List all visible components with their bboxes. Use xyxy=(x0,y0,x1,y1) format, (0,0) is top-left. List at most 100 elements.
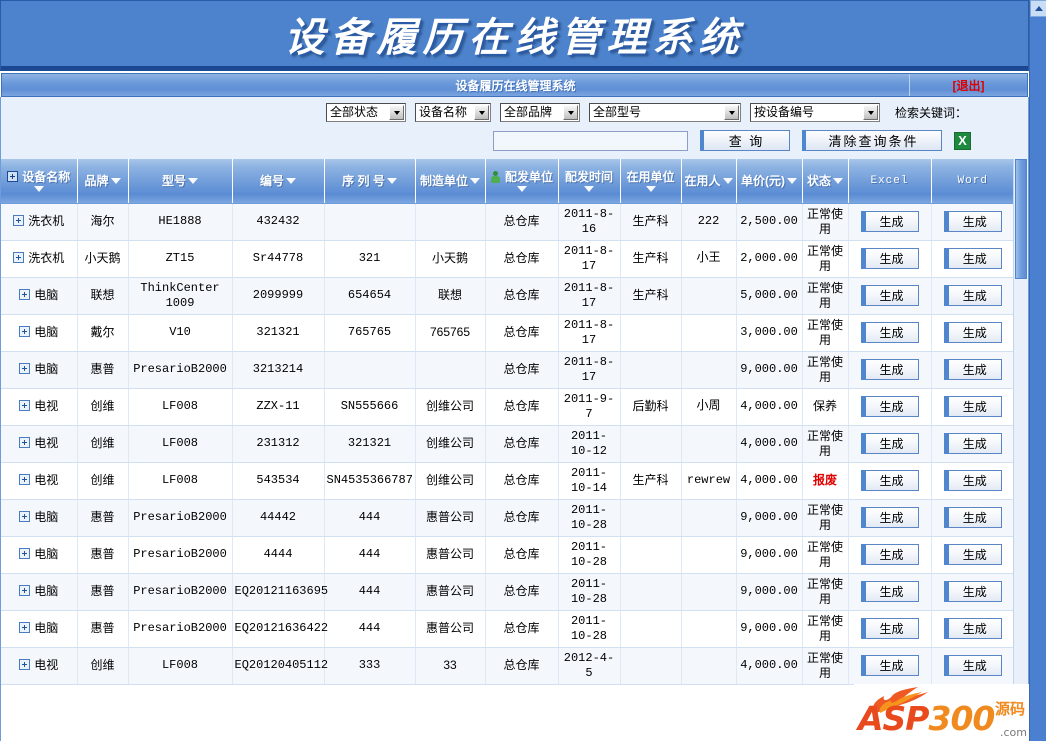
generate-excel-button[interactable]: 生成 xyxy=(860,248,919,269)
generate-excel-button[interactable]: 生成 xyxy=(860,285,919,306)
table-row[interactable]: 电视 创维 LF008 543534 SN4535366787 创维公司 总仓库 2011-1… xyxy=(1,462,1014,500)
table-row[interactable]: 电脑 戴尔 V10 321321 765765 765765 总仓库 2011-8-17 3,0… xyxy=(1,314,1014,352)
expand-row-icon[interactable] xyxy=(19,363,31,374)
cell-word-action: 生成 xyxy=(931,499,1014,537)
generate-excel-button[interactable]: 生成 xyxy=(860,359,919,380)
col-header-model[interactable]: 型号 xyxy=(128,159,233,204)
expand-row-icon[interactable] xyxy=(19,511,31,522)
generate-word-button[interactable]: 生成 xyxy=(943,211,1002,232)
table-row[interactable]: 电脑 惠普 PresarioB2000 EQ20121163695 444 惠普公司 总仓库… xyxy=(1,573,1014,611)
sort-caret-icon[interactable] xyxy=(516,185,527,192)
sort-caret-icon[interactable] xyxy=(584,185,594,192)
generate-excel-button[interactable]: 生成 xyxy=(860,433,919,454)
sort-caret-icon[interactable] xyxy=(33,185,44,192)
generate-word-button[interactable]: 生成 xyxy=(943,581,1002,602)
search-by-select[interactable]: 按设备编号 xyxy=(750,103,880,122)
chevron-down-icon[interactable] xyxy=(724,105,739,120)
equipment-name-select[interactable]: 设备名称 xyxy=(415,103,491,122)
brand-select[interactable]: 全部品牌 xyxy=(500,103,580,122)
sort-caret-icon[interactable] xyxy=(645,185,656,192)
sort-caret-icon[interactable] xyxy=(470,177,480,184)
sort-caret-icon[interactable] xyxy=(787,177,797,184)
generate-excel-button[interactable]: 生成 xyxy=(860,544,919,565)
expand-row-icon[interactable] xyxy=(19,437,31,448)
col-header-brand[interactable]: 品牌 xyxy=(77,159,129,204)
generate-word-button[interactable]: 生成 xyxy=(943,618,1002,639)
chevron-down-icon[interactable] xyxy=(389,105,404,120)
col-header-user[interactable]: 在用人 xyxy=(681,159,737,204)
chevron-down-icon[interactable] xyxy=(863,105,878,120)
expand-row-icon[interactable] xyxy=(19,474,31,485)
table-row[interactable]: 洗衣机 小天鹅 ZT15 Sr44778 321 小天鹅 总仓库 2011-8-17 生产科 小王… xyxy=(1,240,1014,278)
cell-issue-date: 2011-10-28 xyxy=(558,499,621,537)
grid-scrollbar[interactable] xyxy=(1013,159,1028,741)
sort-caret-icon[interactable] xyxy=(188,177,198,184)
generate-word-button[interactable]: 生成 xyxy=(943,396,1002,417)
generate-word-button[interactable]: 生成 xyxy=(943,655,1002,676)
sort-caret-icon[interactable] xyxy=(110,177,121,184)
browser-scrollbar[interactable] xyxy=(1029,0,1046,741)
logout-link[interactable]: [退出] xyxy=(953,77,985,94)
chevron-down-icon[interactable] xyxy=(563,105,578,120)
generate-word-button[interactable]: 生成 xyxy=(943,248,1002,269)
table-row[interactable]: 电脑 惠普 PresarioB2000 4444 444 惠普公司 总仓库 2011-10-2… xyxy=(1,536,1014,574)
sort-caret-icon[interactable] xyxy=(386,177,397,184)
table-row[interactable]: 电脑 惠普 PresarioB2000 3213214 总仓库 2011-8-17 9,00… xyxy=(1,351,1014,389)
col-header-use-unit[interactable]: 在用单位 xyxy=(620,159,682,204)
generate-excel-button[interactable]: 生成 xyxy=(860,507,919,528)
expand-row-icon[interactable] xyxy=(19,585,31,596)
generate-word-button[interactable]: 生成 xyxy=(943,544,1002,565)
expand-row-icon[interactable] xyxy=(19,548,31,559)
expand-row-icon[interactable] xyxy=(19,622,31,633)
generate-excel-button[interactable]: 生成 xyxy=(860,618,919,639)
col-header-issue-date[interactable]: 配发时间 xyxy=(558,159,621,204)
sort-caret-icon[interactable] xyxy=(722,177,733,184)
table-row[interactable]: 电视 创维 LF008 231312 321321 创维公司 总仓库 2011-10-12 4,… xyxy=(1,425,1014,463)
expand-row-icon[interactable] xyxy=(19,326,31,337)
table-row[interactable]: 电脑 惠普 PresarioB2000 44442 444 惠普公司 总仓库 2011-10-… xyxy=(1,499,1014,537)
clear-query-button[interactable]: 清除查询条件 xyxy=(802,130,942,151)
query-button[interactable]: 查 询 xyxy=(700,130,790,151)
col-header-status[interactable]: 状态 xyxy=(802,159,849,204)
model-select[interactable]: 全部型号 xyxy=(589,103,741,122)
generate-word-button[interactable]: 生成 xyxy=(943,322,1002,343)
cell-excel-action: 生成 xyxy=(848,277,932,315)
scroll-up-arrow-icon[interactable] xyxy=(1030,0,1046,17)
generate-word-button[interactable]: 生成 xyxy=(943,470,1002,491)
generate-excel-button[interactable]: 生成 xyxy=(860,322,919,343)
generate-word-button[interactable]: 生成 xyxy=(943,359,1002,380)
generate-excel-button[interactable]: 生成 xyxy=(860,581,919,602)
generate-excel-button[interactable]: 生成 xyxy=(860,396,919,417)
grid-scrollbar-thumb[interactable] xyxy=(1015,159,1027,279)
col-header-serial[interactable]: 序 列 号 xyxy=(324,159,416,204)
generate-excel-button[interactable]: 生成 xyxy=(860,470,919,491)
generate-word-button[interactable]: 生成 xyxy=(943,285,1002,306)
col-header-manufacturer[interactable]: 制造单位 xyxy=(415,159,486,204)
col-header-equipment-name[interactable]: 设备名称 xyxy=(1,159,78,204)
table-row[interactable]: 电视 创维 LF008 EQ20120405112 333 33 总仓库 2012-4-5 4,… xyxy=(1,647,1014,685)
search-input[interactable] xyxy=(493,130,688,151)
expand-all-icon[interactable] xyxy=(7,171,19,183)
table-row[interactable]: 洗衣机 海尔 HE1888 432432 总仓库 2011-8-16 生产科 222 2,500… xyxy=(1,203,1014,241)
generate-word-button[interactable]: 生成 xyxy=(943,507,1002,528)
excel-export-icon[interactable] xyxy=(954,131,971,150)
col-header-issue-unit[interactable]: 配发单位 xyxy=(485,159,559,204)
status-select[interactable]: 全部状态 xyxy=(326,103,406,122)
sort-caret-icon[interactable] xyxy=(286,177,296,184)
chevron-down-icon[interactable] xyxy=(474,105,489,120)
table-row[interactable]: 电脑 联想 ThinkCenter 1009 2099999 654654 联想 总仓库 20… xyxy=(1,277,1014,315)
sort-caret-icon[interactable] xyxy=(833,177,843,184)
table-row[interactable]: 电视 创维 LF008 ZZX-11 SN555666 创维公司 总仓库 2011-9-7 后勤… xyxy=(1,388,1014,426)
expand-row-icon[interactable] xyxy=(19,400,31,411)
col-header-code[interactable]: 编号 xyxy=(232,159,325,204)
generate-excel-button[interactable]: 生成 xyxy=(860,211,919,232)
expand-row-icon[interactable] xyxy=(19,659,31,670)
col-header-price[interactable]: 单价(元) xyxy=(736,159,803,204)
expand-row-icon[interactable] xyxy=(19,289,31,300)
expand-row-icon[interactable] xyxy=(13,252,25,263)
expand-row-icon[interactable] xyxy=(13,215,25,226)
generate-word-button[interactable]: 生成 xyxy=(943,433,1002,454)
generate-excel-button[interactable]: 生成 xyxy=(860,655,919,676)
col-label: Word xyxy=(957,174,988,187)
table-row[interactable]: 电脑 惠普 PresarioB2000 EQ20121636422 444 惠普公司 总仓库… xyxy=(1,610,1014,648)
